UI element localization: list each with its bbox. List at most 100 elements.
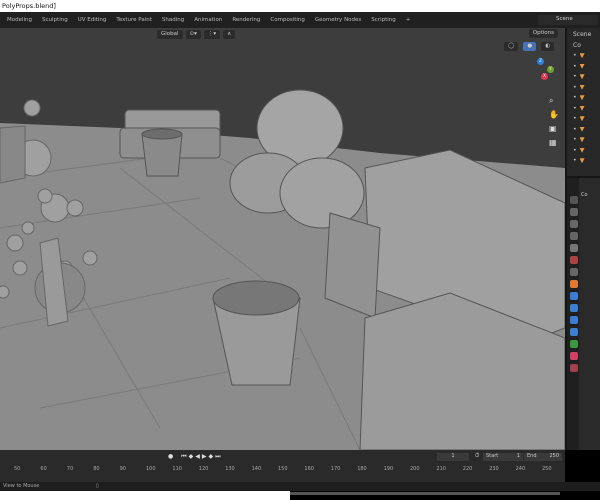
playback-controls: ● ⏮ ◆ ◀ ▶ ◆ ⏭ <box>168 453 221 461</box>
snap-toggle[interactable]: ⋮▾ <box>203 29 221 39</box>
texture-tab[interactable] <box>570 364 578 372</box>
proportional-edit-icon[interactable]: ∧ <box>223 29 236 39</box>
scene-collection-label: Scene <box>573 30 592 38</box>
zoom-icon[interactable]: ⌕ <box>549 94 559 108</box>
outliner: Scene Co • • • • • • • • • • • <box>565 28 600 176</box>
gizmo-z[interactable]: Z <box>537 58 544 65</box>
tab-scripting[interactable]: Scripting <box>366 17 400 23</box>
frame-tick: 200 <box>410 466 420 472</box>
physics-tab[interactable] <box>570 316 578 324</box>
mouse-icon: ▯ <box>95 483 99 489</box>
orientation-dropdown[interactable]: Global <box>157 29 183 39</box>
start-frame-field[interactable]: Start 1 <box>483 453 523 461</box>
play-button[interactable]: ▶ <box>202 453 207 461</box>
camera-icon[interactable]: ▣ <box>549 122 559 136</box>
view-layer-tab[interactable] <box>570 232 578 240</box>
collection-tab[interactable] <box>570 268 578 276</box>
solid-shading-icon[interactable]: ● <box>523 42 537 51</box>
mesh-icon <box>579 84 585 90</box>
mesh-icon <box>579 53 585 59</box>
object-name: Co <box>581 192 588 198</box>
outliner-item[interactable]: • <box>567 145 600 156</box>
outliner-item[interactable]: • <box>567 93 600 104</box>
render-tab[interactable] <box>570 208 578 216</box>
gizmo-y[interactable]: Y <box>547 66 554 73</box>
navigation-gizmo[interactable]: Z Y X <box>525 58 555 88</box>
mesh-icon <box>579 147 585 153</box>
add-workspace-button[interactable]: + <box>401 17 416 23</box>
frame-tick: 150 <box>278 466 288 472</box>
gizmo-x[interactable]: X <box>541 73 548 80</box>
tab-geometry-nodes[interactable]: Geometry Nodes <box>310 17 366 23</box>
next-keyframe-button[interactable]: ◆ <box>209 453 214 461</box>
outliner-item[interactable]: • <box>567 61 600 72</box>
tab-rendering[interactable]: Rendering <box>227 17 265 23</box>
play-reverse-button[interactable]: ◀ <box>195 453 200 461</box>
window-title: PolyProps.blend] <box>2 2 56 10</box>
modifier-tab[interactable] <box>570 292 578 300</box>
frame-tick: 240 <box>515 466 526 472</box>
frame-tick: 110 <box>172 466 182 472</box>
scene-render <box>0 89 565 450</box>
jump-start-button[interactable]: ⏮ <box>181 453 186 461</box>
scene-tab[interactable] <box>570 244 578 252</box>
data-tab[interactable] <box>570 340 578 348</box>
status-bar: View to Mouse ▯ <box>0 482 600 491</box>
frame-tick: 60 <box>40 466 47 472</box>
viewport-header: Global ⊙▾ ⋮▾ ∧ Options <box>0 28 565 40</box>
tab-sculpting[interactable]: Sculpting <box>37 17 73 23</box>
particles-tab[interactable] <box>570 304 578 312</box>
mesh-icon <box>579 74 585 80</box>
shading-buttons: ◯ ● ◐ <box>504 42 557 51</box>
material-shading-icon[interactable]: ◐ <box>541 42 554 51</box>
mesh-icon <box>579 158 585 164</box>
world-tab[interactable] <box>570 256 578 264</box>
scene-selector[interactable]: Scene <box>538 15 598 25</box>
jump-end-button[interactable]: ⏭ <box>215 453 220 461</box>
material-tab[interactable] <box>570 352 578 360</box>
3d-viewport[interactable]: Global ⊙▾ ⋮▾ ∧ Options ◯ ● ◐ Z Y X ⌕ ✋ ▣ ▦ <box>0 28 565 450</box>
constraints-tab[interactable] <box>570 328 578 336</box>
pivot-dropdown[interactable]: ⊙▾ <box>185 29 201 39</box>
frame-tick: 250 <box>542 466 552 472</box>
box-left <box>0 125 26 184</box>
stopwatch-icon[interactable]: ⏱ <box>475 453 479 460</box>
outliner-item[interactable]: • <box>567 103 600 114</box>
tab-uv-editing[interactable]: UV Editing <box>73 17 112 23</box>
end-value: 250 <box>549 453 559 459</box>
prev-keyframe-button[interactable]: ◆ <box>189 453 194 461</box>
outliner-item[interactable]: • <box>567 82 600 93</box>
bucket-small <box>141 128 183 177</box>
grid-icon[interactable]: ▦ <box>549 136 559 150</box>
pan-hand-icon[interactable]: ✋ <box>549 108 559 122</box>
workspace-tabs: Modeling Sculpting UV Editing Texture Pa… <box>0 12 600 28</box>
mesh-icon <box>579 63 585 69</box>
outliner-item[interactable]: • <box>567 51 600 62</box>
tab-compositing[interactable]: Compositing <box>265 17 309 23</box>
outliner-item[interactable]: • <box>567 156 600 167</box>
tool-tab[interactable] <box>570 196 578 204</box>
outliner-item[interactable]: • <box>567 124 600 135</box>
current-frame-field[interactable]: 1 <box>437 453 469 461</box>
tab-animation[interactable]: Animation <box>189 17 227 23</box>
outliner-item[interactable]: • <box>567 114 600 125</box>
output-tab[interactable] <box>570 220 578 228</box>
tab-shading[interactable]: Shading <box>157 17 189 23</box>
wireframe-shading-icon[interactable]: ◯ <box>504 42 519 51</box>
outliner-item[interactable]: • <box>567 135 600 146</box>
record-button[interactable]: ● <box>168 453 173 461</box>
status-hint: View to Mouse <box>3 483 40 489</box>
collection-label[interactable]: Co <box>573 42 581 49</box>
end-label: End <box>527 453 537 459</box>
timeline[interactable]: ● ⏮ ◆ ◀ ▶ ◆ ⏭ 1 ⏱ Start 1 End 250 50 60 70 80… <box>0 450 565 495</box>
outliner-item[interactable]: • <box>567 72 600 83</box>
options-dropdown[interactable]: Options <box>528 29 558 38</box>
end-frame-field[interactable]: End 250 <box>524 453 562 461</box>
frame-tick: 230 <box>489 466 499 472</box>
tab-modeling[interactable]: Modeling <box>2 17 37 23</box>
tab-texture-paint[interactable]: Texture Paint <box>111 17 157 23</box>
object-tab[interactable] <box>570 280 578 288</box>
frame-tick: 120 <box>198 466 209 472</box>
frame-tick: 170 <box>330 466 341 472</box>
frame-tick: 130 <box>225 466 235 472</box>
